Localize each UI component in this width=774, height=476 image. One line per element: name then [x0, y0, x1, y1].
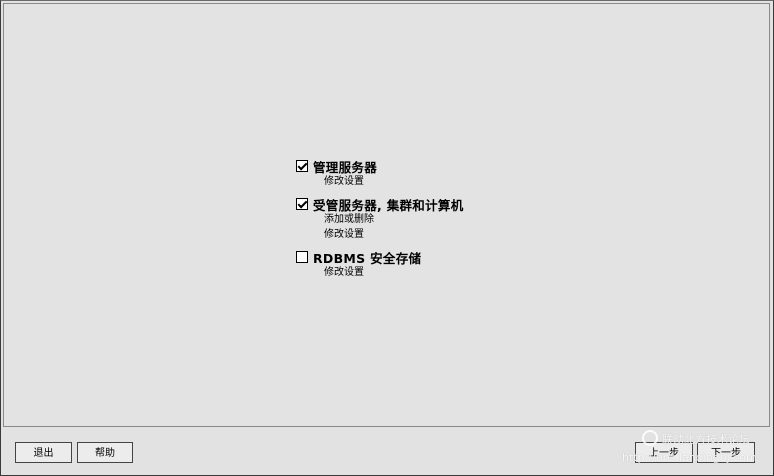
managed-servers-add-remove[interactable]: 添加或删除 — [324, 212, 464, 227]
managed-servers-checkbox[interactable] — [296, 198, 308, 210]
config-wizard-window: 管理服务器 修改设置 受管服务器, 集群和计算机 添加或删除 修改设置 RDBM… — [0, 0, 774, 476]
option-admin-server: 管理服务器 修改设置 — [296, 158, 464, 189]
managed-servers-label: 受管服务器, 集群和计算机 — [313, 197, 464, 213]
option-managed-servers: 受管服务器, 集群和计算机 添加或删除 修改设置 — [296, 196, 464, 242]
help-button[interactable]: 帮助 — [77, 442, 133, 463]
next-button[interactable]: 下一步 — [697, 442, 755, 463]
option-rdbms-security-store: RDBMS 安全存储 修改设置 — [296, 249, 464, 280]
admin-server-label: 管理服务器 — [313, 159, 378, 175]
admin-server-checkbox[interactable] — [296, 160, 308, 172]
exit-button[interactable]: 退出 — [15, 442, 72, 463]
rdbms-security-store-label: RDBMS 安全存储 — [313, 250, 422, 266]
rdbms-security-store-modify-settings[interactable]: 修改设置 — [324, 265, 464, 280]
option-list: 管理服务器 修改设置 受管服务器, 集群和计算机 添加或删除 修改设置 RDBM… — [296, 158, 464, 287]
back-button[interactable]: 上一步 — [635, 442, 693, 463]
managed-servers-modify-settings[interactable]: 修改设置 — [324, 227, 464, 242]
admin-server-modify-settings[interactable]: 修改设置 — [324, 174, 464, 189]
rdbms-security-store-checkbox[interactable] — [296, 251, 308, 263]
content-panel: 管理服务器 修改设置 受管服务器, 集群和计算机 添加或删除 修改设置 RDBM… — [3, 3, 770, 427]
